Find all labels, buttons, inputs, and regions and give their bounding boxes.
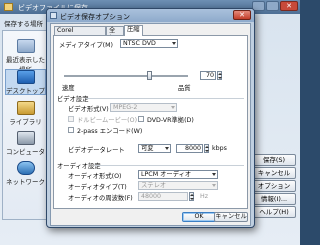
data-rate-spinner[interactable]	[204, 144, 209, 153]
computer-icon	[16, 131, 35, 145]
save-button[interactable]: 保存(S)	[252, 154, 296, 166]
cancel-button[interactable]: キャンセル	[252, 167, 296, 179]
speed-label: 速度	[62, 85, 75, 92]
media-type-select[interactable]: NTSC DVD	[120, 39, 178, 48]
maximize-button[interactable]	[266, 1, 279, 11]
quality-slider-thumb[interactable]	[147, 71, 153, 80]
chevron-down-icon	[165, 147, 169, 150]
video-save-options-dialog: ビデオ保存オプション ✕ Corel VideoStudio 全般 圧縮 メディ…	[46, 8, 255, 228]
dvd-vr-label: DVD-VR準拠(D)	[147, 117, 194, 124]
media-type-value: NTSC DVD	[123, 40, 156, 47]
quality-spinner[interactable]	[217, 71, 222, 80]
info-button[interactable]: 情報(I)...	[252, 193, 296, 205]
place-recent[interactable]: 最近表示した場所	[5, 39, 46, 74]
two-pass-label: 2-pass エンコード(W)	[77, 128, 143, 135]
cancel-button[interactable]: キャンセル	[214, 212, 248, 222]
network-icon	[16, 161, 35, 175]
data-rate-mode-select[interactable]: 可変	[138, 144, 171, 153]
chevron-down-icon	[212, 173, 216, 176]
place-library[interactable]: ライブラリ	[5, 101, 46, 127]
chevron-down-icon	[171, 106, 175, 109]
dvd-vr-checkbox[interactable]	[138, 116, 144, 122]
place-label: デスクトップ	[6, 87, 45, 95]
data-rate-mode-value: 可変	[141, 145, 154, 152]
ok-button[interactable]: OK	[182, 212, 216, 222]
compression-panel: メディアタイプ(M) NTSC DVD 70 速度 品質 ビデオ設定 ビデオ形式…	[53, 35, 248, 209]
audio-type-select[interactable]: ステレオ	[138, 181, 218, 190]
place-label: ネットワーク	[6, 178, 45, 186]
chevron-down-icon	[212, 184, 216, 187]
tab-corel-videostudio[interactable]: Corel VideoStudio	[54, 26, 106, 42]
place-computer[interactable]: コンピューター	[5, 131, 46, 166]
dialog-title: ビデオ保存オプション	[60, 13, 130, 21]
quality-value-input[interactable]: 70	[200, 71, 216, 80]
audio-format-value: LPCM オーディオ	[141, 171, 192, 178]
two-pass-checkbox[interactable]	[68, 127, 74, 133]
data-rate-input[interactable]: 8000	[176, 144, 203, 153]
places-bar: 最近表示した場所 デスクトップ ライブラリ コンピューター ネットワーク	[2, 30, 47, 220]
data-rate-unit: kbps	[212, 145, 227, 152]
close-button[interactable]: ✕	[280, 1, 298, 11]
video-settings-header: ビデオ設定	[57, 96, 89, 103]
place-label: ライブラリ	[9, 118, 42, 126]
desktop-icon	[16, 70, 35, 84]
place-desktop[interactable]: デスクトップ	[5, 69, 46, 95]
dialog-body: Corel VideoStudio 全般 圧縮 メディアタイプ(M) NTSC …	[50, 23, 251, 226]
dolby-label: ドルビームービー(O)	[77, 117, 138, 124]
audio-type-value: ステレオ	[141, 182, 167, 189]
save-in-label: 保存する場所	[4, 20, 43, 28]
group-divider	[86, 98, 244, 99]
tab-compression[interactable]: 圧縮	[124, 25, 143, 36]
audio-frequency-label: オーディオの周波数(F)	[68, 195, 133, 202]
dialog-close-button[interactable]: ✕	[233, 10, 251, 20]
audio-frequency-unit: Hz	[200, 193, 209, 200]
dolby-checkbox[interactable]	[68, 116, 74, 122]
chevron-down-icon	[172, 42, 176, 45]
video-format-value: MPEG-2	[113, 104, 138, 111]
audio-frequency-input[interactable]: 48000	[138, 192, 188, 201]
video-format-label: ビデオ形式(V)	[68, 106, 109, 113]
audio-format-select[interactable]: LPCM オーディオ	[138, 170, 218, 179]
dialog-app-icon	[50, 12, 57, 19]
quality-label: 品質	[178, 85, 191, 92]
audio-format-label: オーディオ形式(O)	[68, 173, 122, 180]
place-network[interactable]: ネットワーク	[5, 161, 46, 187]
media-type-label: メディアタイプ(M)	[59, 42, 113, 49]
recent-places-icon	[16, 39, 35, 53]
group-divider	[94, 165, 244, 166]
audio-type-label: オーディオタイプ(T)	[68, 184, 127, 191]
tab-general[interactable]: 全般	[106, 26, 124, 42]
options-button[interactable]: オプション(O)...	[252, 180, 296, 200]
help-button[interactable]: ヘルプ(H)	[252, 206, 296, 218]
library-icon	[16, 101, 35, 115]
audio-frequency-spinner[interactable]	[189, 192, 194, 201]
data-rate-label: ビデオデータレート	[68, 147, 125, 154]
quality-slider-track[interactable]	[64, 75, 188, 77]
folder-icon	[4, 3, 13, 11]
video-format-select[interactable]: MPEG-2	[110, 103, 177, 112]
